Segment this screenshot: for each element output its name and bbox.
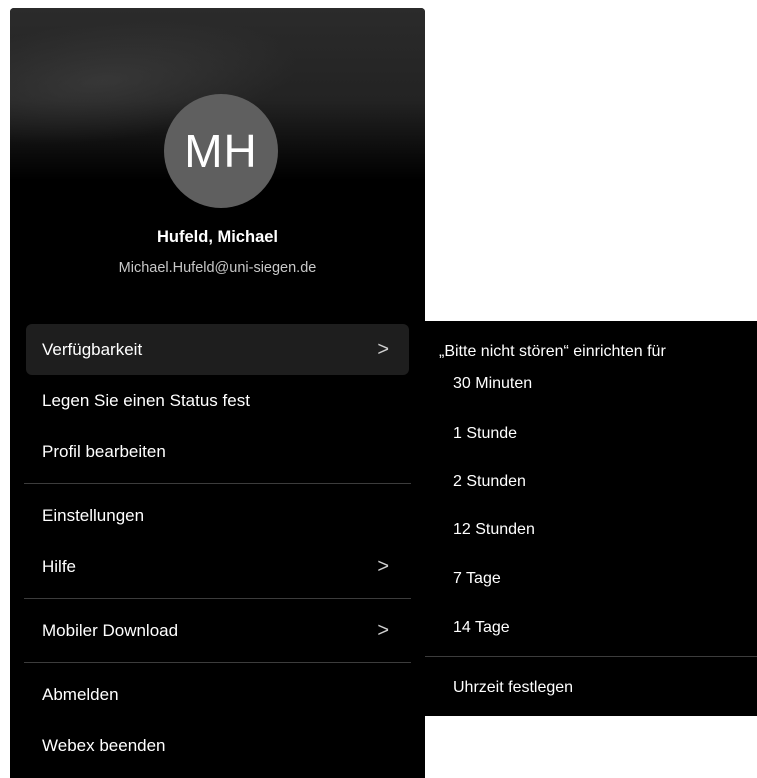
menu-item-mobile-download[interactable]: Mobiler Download >: [26, 605, 409, 656]
dnd-option-2-hours[interactable]: 2 Stunden: [453, 473, 526, 491]
menu-separator: [24, 662, 411, 663]
dnd-option-1-hour[interactable]: 1 Stunde: [453, 425, 517, 443]
dnd-submenu: „Bitte nicht stören“ einrichten für 30 M…: [425, 321, 757, 716]
dnd-option-14-days[interactable]: 14 Tage: [453, 619, 510, 637]
dnd-option-12-hours[interactable]: 12 Stunden: [453, 521, 535, 539]
menu-separator: [24, 598, 411, 599]
menu-item-sign-out[interactable]: Abmelden: [26, 669, 409, 720]
chevron-right-icon: >: [377, 338, 389, 360]
menu-item-label: Mobiler Download: [42, 620, 179, 640]
avatar-initials: MH: [184, 125, 258, 177]
menu-item-edit-profile[interactable]: Profil bearbeiten: [26, 426, 409, 477]
menu-item-label: Abmelden: [42, 684, 119, 704]
menu-item-label: Legen Sie einen Status fest: [42, 390, 250, 410]
avatar[interactable]: MH: [164, 94, 278, 208]
menu-list: Verfügbarkeit > Legen Sie einen Status f…: [10, 324, 425, 771]
submenu-separator: [425, 656, 757, 657]
dnd-option-30-minutes[interactable]: 30 Minuten: [453, 375, 532, 393]
submenu-header: „Bitte nicht stören“ einrichten für: [439, 343, 666, 360]
menu-item-label: Einstellungen: [42, 505, 145, 525]
menu-item-set-status[interactable]: Legen Sie einen Status fest: [26, 375, 409, 426]
menu-item-quit-webex[interactable]: Webex beenden: [26, 720, 409, 771]
user-name: Hufeld, Michael: [156, 228, 279, 246]
menu-separator: [24, 483, 411, 484]
menu-item-label: Hilfe: [42, 556, 77, 576]
menu-item-help[interactable]: Hilfe >: [26, 541, 409, 592]
menu-item-availability[interactable]: Verfügbarkeit >: [26, 324, 409, 375]
chevron-right-icon: >: [377, 555, 389, 577]
dnd-option-7-days[interactable]: 7 Tage: [453, 570, 501, 588]
chevron-right-icon: >: [377, 619, 389, 641]
profile-header: MH Hufeld, Michael Michael.Hufeld@uni-si…: [10, 8, 425, 316]
menu-item-settings[interactable]: Einstellungen: [26, 490, 409, 541]
dnd-set-time[interactable]: Uhrzeit festlegen: [453, 679, 573, 697]
menu-item-label: Webex beenden: [42, 735, 166, 755]
menu-item-label: Verfügbarkeit: [42, 339, 143, 359]
user-email: Michael.Hufeld@uni-siegen.de: [118, 260, 317, 276]
profile-menu: MH Hufeld, Michael Michael.Hufeld@uni-si…: [10, 8, 425, 778]
menu-item-label: Profil bearbeiten: [42, 441, 166, 461]
